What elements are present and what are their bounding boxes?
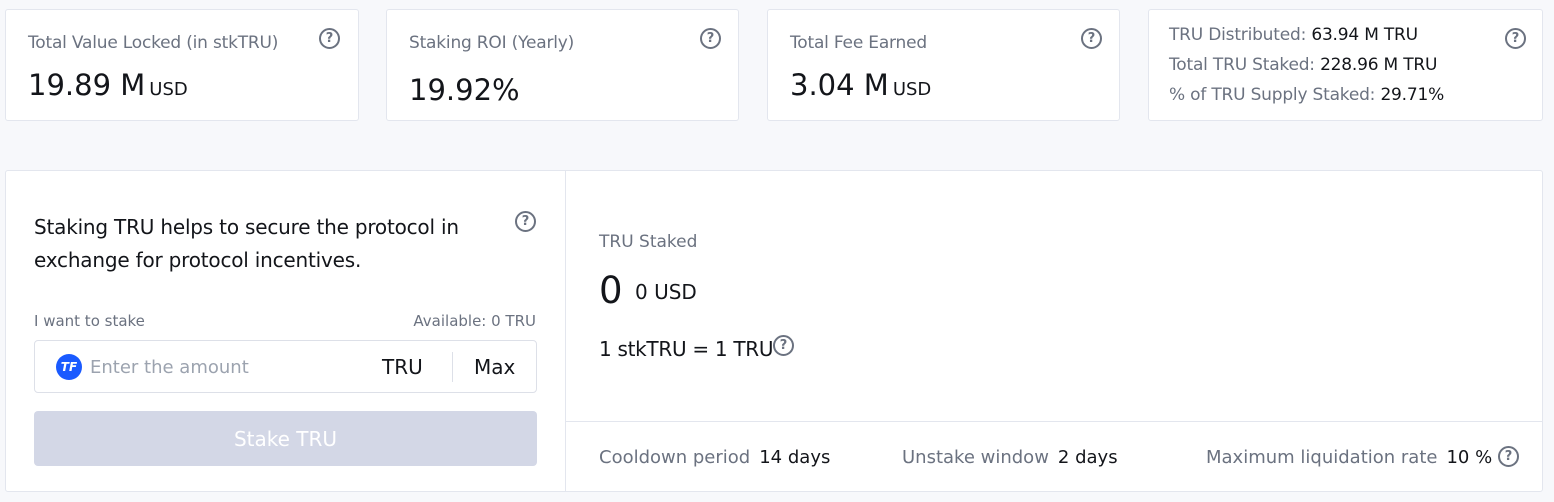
- unstake-value: 2 days: [1057, 447, 1118, 468]
- supply-staked: % of TRU Supply Staked: 29.71%: [1169, 85, 1444, 105]
- tvl-unit: USD: [149, 79, 188, 100]
- max-button[interactable]: Max: [474, 355, 515, 379]
- stake-button[interactable]: Stake TRU: [34, 411, 537, 466]
- tru-staked-value: 0: [599, 269, 623, 312]
- help-icon[interactable]: ?: [700, 28, 721, 49]
- panel-divider: [565, 171, 566, 491]
- total-tru-staked-value: 228.96 M TRU: [1320, 55, 1438, 75]
- liquidation-value: 10 %: [1446, 447, 1493, 468]
- tvl-number: 19.89 M: [28, 68, 146, 102]
- stake-amount-box: TF TRU Max: [34, 340, 537, 393]
- help-icon[interactable]: ?: [773, 335, 794, 356]
- fee-value: 3.04 M USD: [790, 68, 931, 102]
- distribution-card: TRU Distributed: 63.94 M TRU Total TRU S…: [1148, 9, 1543, 121]
- input-separator: [452, 352, 453, 382]
- liquidation-label: Maximum liquidation rate: [1206, 447, 1438, 468]
- tvl-value: 19.89 M USD: [28, 68, 188, 102]
- fee-unit: USD: [892, 79, 932, 100]
- tru-distributed-label: TRU Distributed:: [1169, 25, 1307, 45]
- footer-divider: [566, 421, 1542, 422]
- help-icon[interactable]: ?: [1081, 28, 1102, 49]
- cooldown-value: 14 days: [759, 447, 831, 468]
- total-tru-staked-label: Total TRU Staked:: [1169, 55, 1315, 75]
- stake-panel: Staking TRU helps to secure the protocol…: [5, 170, 1543, 492]
- roi-card: Staking ROI (Yearly) ? 19.92%: [386, 9, 739, 121]
- available-balance: Available: 0 TRU: [413, 312, 536, 330]
- stake-intro: Staking TRU helps to secure the protocol…: [34, 215, 459, 272]
- tvl-card: Total Value Locked (in stkTRU) ? 19.89 M…: [5, 9, 359, 121]
- fee-number: 3.04 M: [790, 68, 889, 102]
- total-tru-staked: Total TRU Staked: 228.96 M TRU: [1169, 55, 1437, 75]
- supply-staked-label: % of TRU Supply Staked:: [1169, 85, 1376, 105]
- tru-staked-usd: 0 USD: [635, 280, 697, 304]
- cooldown-period: Cooldown period 14 days: [599, 447, 830, 468]
- tru-staked-label: TRU Staked: [599, 232, 698, 252]
- fee-card: Total Fee Earned ? 3.04 M USD: [767, 9, 1120, 121]
- tru-distributed-value: 63.94 M TRU: [1311, 25, 1418, 45]
- token-unit: TRU: [382, 355, 423, 379]
- help-icon[interactable]: ?: [515, 211, 536, 232]
- amount-input[interactable]: [90, 351, 360, 383]
- truefi-token-icon: TF: [56, 354, 82, 380]
- fee-label: Total Fee Earned: [790, 33, 927, 53]
- help-icon[interactable]: ?: [1498, 446, 1519, 467]
- unstake-window: Unstake window 2 days: [902, 447, 1118, 468]
- exchange-rate: 1 stkTRU = 1 TRU: [599, 337, 774, 361]
- unstake-label: Unstake window: [902, 447, 1049, 468]
- cooldown-label: Cooldown period: [599, 447, 751, 468]
- help-icon[interactable]: ?: [319, 28, 340, 49]
- tvl-label: Total Value Locked (in stkTRU): [28, 33, 279, 53]
- help-icon[interactable]: ?: [1505, 28, 1526, 49]
- roi-label: Staking ROI (Yearly): [409, 33, 575, 53]
- supply-staked-value: 29.71%: [1380, 85, 1445, 105]
- want-to-stake-label: I want to stake: [34, 312, 145, 330]
- max-liquidation-rate: Maximum liquidation rate 10 %: [1206, 447, 1492, 468]
- roi-value: 19.92%: [409, 73, 520, 107]
- tru-distributed: TRU Distributed: 63.94 M TRU: [1169, 25, 1418, 45]
